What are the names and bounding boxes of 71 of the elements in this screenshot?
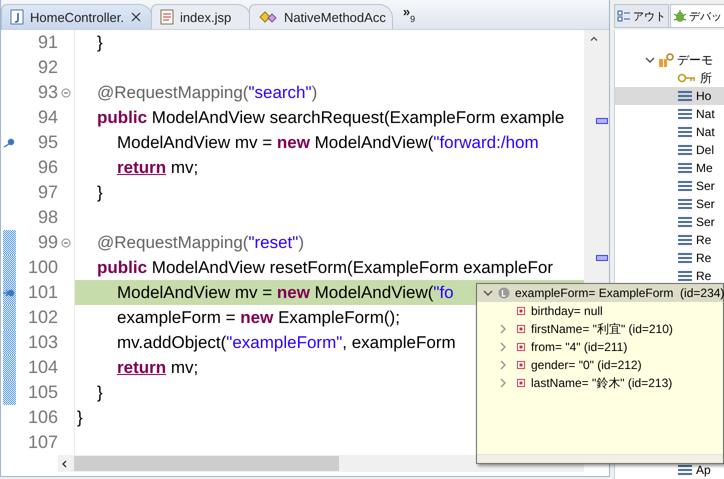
code-line: return mv; [117,358,198,378]
code-line: public ModelAndView searchRequest(ExampleForm example [97,108,564,128]
tree-item[interactable]: Nat [615,105,724,123]
view-tab[interactable]: アウト [614,4,669,27]
tree-item[interactable]: Nat [615,123,724,141]
stack-frame-icon [677,198,693,210]
code-line: ModelAndView mv = new ModelAndView("forward:/hom [117,132,539,152]
diamond-icon [258,9,278,25]
tree-item[interactable]: exampleForm= ExampleForm (id=234) [477,284,723,302]
code-line: } [97,382,103,402]
editor-tab[interactable]: index.jsp [150,4,251,29]
local-variable-icon [498,287,510,299]
code-line: @RequestMapping("search") [97,82,318,102]
tree-item[interactable]: Ser [615,195,724,213]
code-line: return mv; [117,158,198,178]
stack-frame-icon [677,90,693,102]
outline-icon [617,10,631,22]
editor-tab[interactable]: NativeMethodAcc [248,4,393,29]
editor-tab[interactable]: HomeController. [1,4,153,29]
code-line: } [97,182,103,202]
field-icon [517,307,525,315]
code-line: } [97,32,103,52]
document-icon [160,9,174,25]
stack-frame-icon [677,162,693,174]
tree-item[interactable]: firstName= "利宜" (id=210) [477,320,723,338]
tree-item[interactable]: Ho [615,87,724,105]
tree-item[interactable]: Del [615,141,724,159]
stack-frame-icon [677,252,693,264]
tree-item[interactable]: Re [615,267,724,285]
stack-frame-icon [677,126,693,138]
scroll-up-icon[interactable] [590,36,598,41]
tree-item[interactable]: Me [615,159,724,177]
code-line: public ModelAndView resetForm(ExampleForm exampleFor [97,258,553,278]
code-line: } [77,408,83,428]
field-icon [517,379,525,387]
chevron-down-icon [483,289,493,297]
stack-frame-icon [677,234,693,246]
view-tab[interactable]: デバッ [670,4,724,27]
tree-item[interactable]: Ap [615,461,724,479]
code-line: @RequestMapping("reset") [97,232,304,252]
stack-frame-icon [677,144,693,156]
field-icon [517,361,525,369]
tree-item[interactable]: birthday= null [477,302,723,320]
overview-marker[interactable] [596,118,608,124]
chevron-down-icon [645,56,655,64]
java-file-icon [10,9,24,25]
tree-item[interactable]: デーモ [615,51,724,69]
stack-frame-icon [677,464,693,476]
field-icon [517,343,525,351]
tree-item[interactable]: lastName= "鈴木" (id=213) [477,374,723,392]
tree-item[interactable]: Ser [615,213,724,231]
stack-frame-icon [677,216,693,228]
scrollbar-thumb[interactable] [74,456,339,471]
tree-item[interactable]: Re [615,249,724,267]
bug-icon [673,9,687,23]
stack-frame-icon [677,108,693,120]
stack-frame-icon [677,270,693,282]
stack-frame-icon [677,180,693,192]
tree-item[interactable]: Re [615,231,724,249]
scroll-left-icon[interactable] [61,460,67,468]
tree-item[interactable]: Ser [615,177,724,195]
close-icon [130,11,142,23]
key-icon [677,73,697,83]
code-line: exampleForm = new ExampleForm(); [117,308,400,328]
code-line: ModelAndView mv = new ModelAndView("fo [117,282,454,302]
field-icon [517,325,525,333]
tree-item[interactable]: from= "4" (id=211) [477,338,723,356]
tree-item[interactable]: gender= "0" (id=212) [477,356,723,374]
overview-marker[interactable] [596,255,608,261]
tree-item[interactable]: 所 [615,69,724,87]
code-line: mv.addObject("exampleForm", exampleForm [117,332,456,352]
